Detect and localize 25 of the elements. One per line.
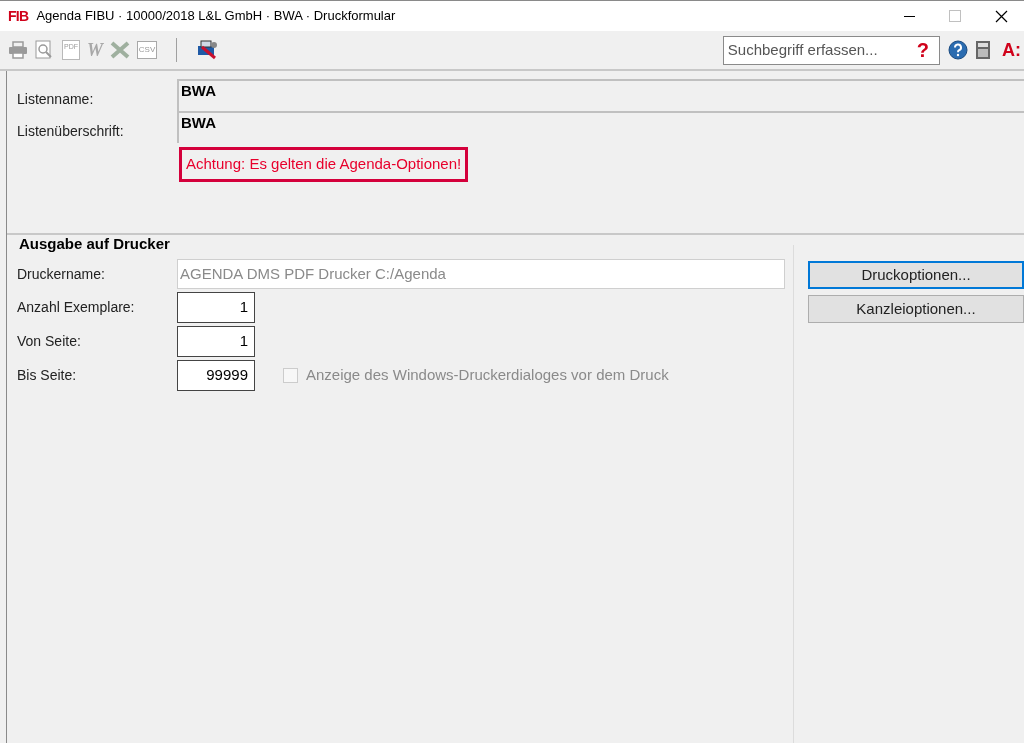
calculator-icon[interactable] [975, 40, 991, 60]
field-label: Anzahl Exemplare: [16, 298, 136, 317]
readonly-field: BWA [177, 79, 1024, 111]
readonly-field: BWA [177, 111, 1024, 143]
group-title: Ausgabe auf Drucker [18, 235, 171, 253]
number-field[interactable]: 1 [177, 292, 255, 323]
printer-field[interactable]: AGENDA DMS PDF Drucker C:/Agenda [177, 259, 785, 289]
field-label: Listenname: [16, 90, 95, 109]
app-logo: FIB [8, 6, 29, 26]
close-icon [994, 9, 1008, 23]
help-mark[interactable]: ? [916, 35, 929, 65]
window-title: Agenda FIBU · 10000/2018 L&L GmbH · BWA · Druckformular [36, 7, 396, 26]
help-icon[interactable] [948, 40, 968, 60]
option-button[interactable]: Druckoptionen... [808, 261, 1024, 289]
printer-tools-icon[interactable] [196, 40, 218, 60]
agenda-mark[interactable]: A: [1002, 36, 1024, 64]
option-button[interactable]: Kanzleioptionen... [808, 295, 1024, 323]
field-label: Listenüberschrift: [16, 122, 125, 141]
number-field[interactable]: 1 [177, 326, 255, 357]
field-label: Druckername: [16, 264, 106, 284]
number-field[interactable]: 99999 [177, 360, 255, 391]
checkbox-label: Anzeige des Windows-Druckerdialoges vor dem Druck [306, 365, 669, 386]
warning-message: Achtung: Es gelten die Agenda-Optionen! [179, 147, 469, 182]
field-label: Von Seite: [16, 332, 82, 351]
field-label: Bis Seite: [16, 366, 78, 385]
